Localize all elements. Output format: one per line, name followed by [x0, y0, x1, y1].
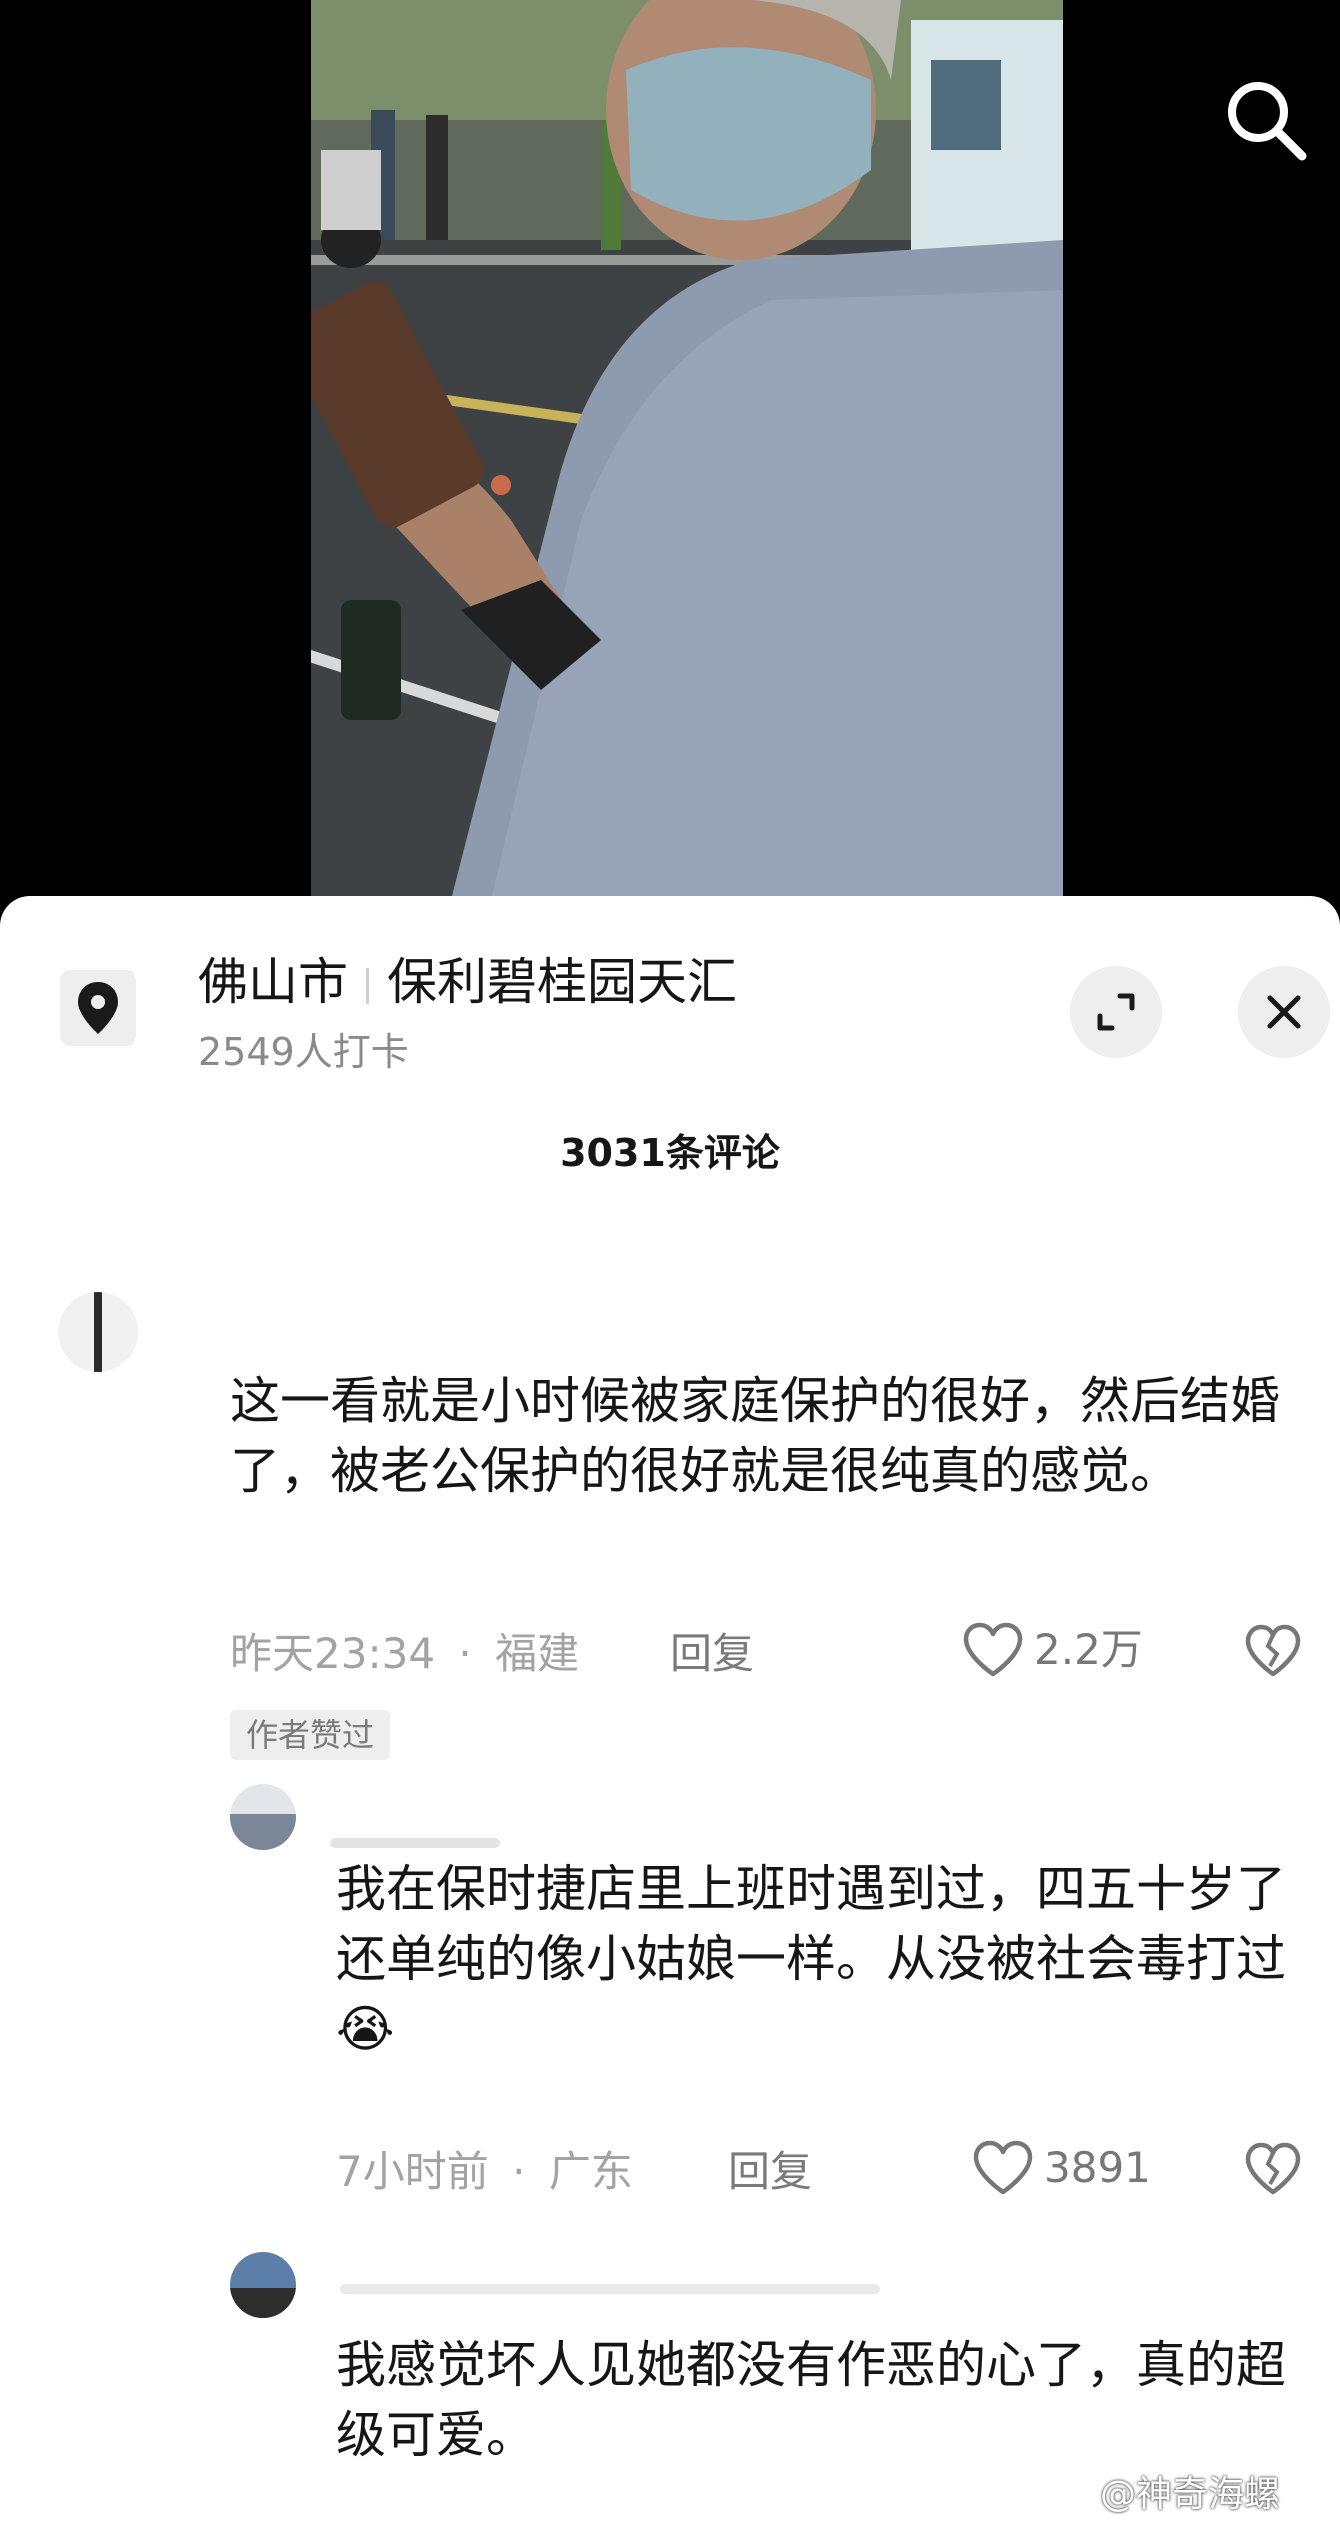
location-pin-icon	[78, 982, 118, 1034]
comment-count: 3031条评论	[560, 1131, 780, 1175]
comment-text: 这一看就是小时候被家庭保护的很好，然后结婚了，被老公保护的很好就是很纯真的感觉。	[230, 1372, 1280, 1500]
meta-separator: ·	[458, 1629, 472, 1678]
watermark: @神奇海螺	[1100, 2474, 1281, 2515]
comment-sheet: 佛山市 保利碧桂园天汇 2549人打卡 3031条评论 这一看就是小时候被家庭保护…	[0, 896, 1340, 2524]
video-frame[interactable]	[311, 0, 1063, 900]
comment-time: 昨天23:34	[230, 1629, 436, 1678]
comment-time: 7小时前	[336, 2147, 489, 2196]
close-icon	[1267, 995, 1301, 1029]
expand-icon	[1097, 993, 1135, 1031]
reply-button[interactable]: 回复	[670, 1626, 754, 1682]
dislike-button[interactable]	[1244, 1624, 1302, 1682]
location-city[interactable]: 佛山市	[198, 953, 348, 1011]
expand-button[interactable]	[1070, 966, 1162, 1058]
search-icon	[1228, 82, 1307, 161]
like-count: 3891	[1044, 2143, 1151, 2192]
like-count: 2.2万	[1034, 1625, 1143, 1674]
avatar[interactable]	[230, 1784, 296, 1850]
location-checkins: 2549人打卡	[198, 1030, 409, 1074]
like-button[interactable]: 3891	[972, 2140, 1151, 2196]
location-divider	[366, 967, 369, 1004]
video-player[interactable]	[0, 0, 1340, 900]
location-icon-box[interactable]	[60, 970, 136, 1046]
comment-region: 广东	[548, 2147, 633, 2196]
user-name[interactable]	[330, 1838, 500, 1848]
video-still-image	[311, 0, 1063, 900]
close-button[interactable]	[1238, 966, 1330, 1058]
heart-icon	[963, 1622, 1023, 1677]
reply-button[interactable]: 回复	[728, 2144, 812, 2200]
location-place[interactable]: 保利碧桂园天汇	[387, 953, 737, 1011]
comment-text: 我感觉坏人见她都没有作恶的心了，真的超级可爱。	[336, 2336, 1286, 2464]
comment-meta: 昨天23:34 · 福建	[230, 1626, 579, 1682]
location-title[interactable]: 佛山市 保利碧桂园天汇	[198, 948, 737, 1016]
like-button[interactable]: 2.2万	[962, 1622, 1143, 1678]
broken-heart-icon	[1245, 2142, 1301, 2195]
comment-region: 福建	[495, 1629, 580, 1678]
dislike-button[interactable]	[1244, 2142, 1302, 2200]
avatar[interactable]	[58, 1292, 138, 1372]
avatar[interactable]	[230, 2252, 296, 2318]
heart-icon	[973, 2140, 1033, 2195]
author-liked-badge: 作者赞过	[230, 1710, 391, 1760]
comment-meta: 7小时前 · 广东	[336, 2144, 633, 2200]
search-button[interactable]	[1222, 76, 1312, 166]
user-name[interactable]	[340, 2284, 880, 2294]
comment-text: 我在保时捷店里上班时遇到过，四五十岁了还单纯的像小姑娘一样。从没被社会毒打过😭	[336, 1860, 1286, 2058]
broken-heart-icon	[1245, 1624, 1301, 1677]
meta-separator: ·	[512, 2147, 526, 2196]
